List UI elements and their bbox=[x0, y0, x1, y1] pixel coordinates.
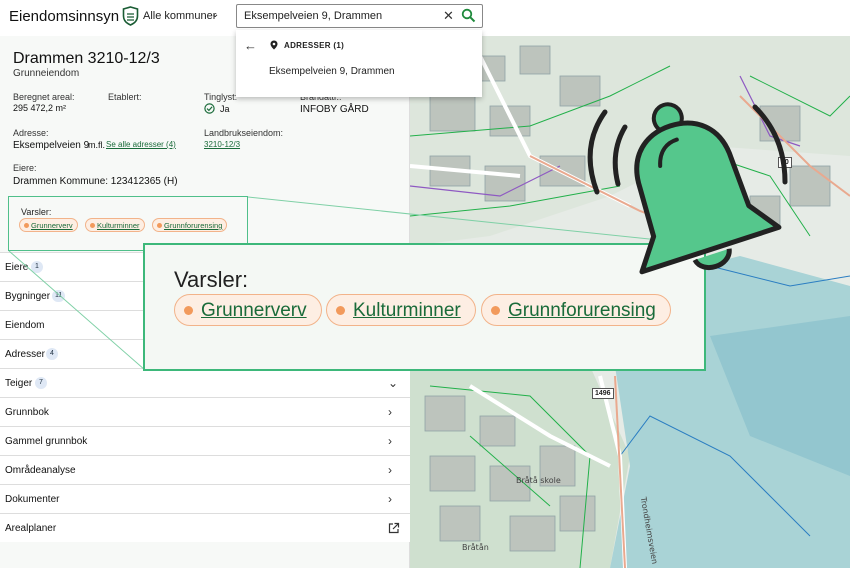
search-icon[interactable] bbox=[461, 8, 476, 23]
search-box[interactable]: Eksempelveien 9, Drammen ✕ bbox=[236, 4, 483, 28]
count-badge: 1 bbox=[31, 261, 43, 273]
established-label: Etablert: bbox=[108, 92, 142, 102]
section-label: Arealplaner bbox=[5, 523, 57, 534]
owners-label: Eiere: bbox=[13, 163, 37, 173]
property-type: Grunneiendom bbox=[13, 68, 80, 79]
count-badge: 11 bbox=[52, 290, 66, 302]
section-teiger[interactable]: Teiger 7 ⌄ bbox=[0, 368, 410, 397]
search-results-dropdown: ← ADRESSER (1) Eksempelveien 9, Drammen bbox=[236, 30, 482, 97]
section-label: Gammel grunnbok bbox=[5, 436, 88, 447]
chevron-down-icon: ⌄ bbox=[388, 376, 399, 390]
map-label-bratan: Bråtån bbox=[462, 543, 489, 552]
count-badge: 7 bbox=[35, 377, 47, 389]
section-gammel-grunnbok[interactable]: Gammel grunnbok › bbox=[0, 426, 410, 455]
section-label: Eiere bbox=[5, 262, 29, 273]
varsel-chip-grunnerverv-large[interactable]: Grunnerverv bbox=[174, 294, 322, 326]
app-title[interactable]: Eiendomsinnsyn bbox=[9, 8, 119, 25]
address-label: Adresse: bbox=[13, 128, 49, 138]
shield-icon bbox=[122, 6, 139, 26]
chevron-right-icon: › bbox=[388, 434, 392, 448]
section-grunnbok[interactable]: Grunnbok › bbox=[0, 397, 410, 426]
address-value: Eksempelveien 9 bbox=[13, 140, 90, 151]
landbruk-link[interactable]: 3210-12/3 bbox=[204, 140, 240, 149]
map-label-school: Bråtå skole bbox=[516, 476, 561, 485]
section-label: Bygninger bbox=[5, 291, 51, 302]
section-label: Dokumenter bbox=[5, 494, 60, 505]
section-label: Områdeanalyse bbox=[5, 465, 76, 476]
all-addresses-link[interactable]: Se alle adresser (4) bbox=[106, 140, 176, 149]
kommune-selector[interactable]: Alle kommuner bbox=[143, 10, 216, 22]
external-link-icon bbox=[388, 522, 400, 534]
chevron-down-icon[interactable]: ⌄ bbox=[211, 9, 219, 20]
chevron-right-icon: › bbox=[388, 405, 392, 419]
section-label: Adresser bbox=[5, 349, 46, 360]
address-more: m.fl. bbox=[88, 140, 105, 150]
check-circle-icon bbox=[204, 103, 215, 114]
search-result-item[interactable]: Eksempelveien 9, Drammen bbox=[269, 66, 395, 77]
property-title: Drammen 3210-12/3 bbox=[13, 50, 160, 67]
landbruk-label: Landbrukseiendom: bbox=[204, 128, 284, 138]
road-number-1496: 1496 bbox=[592, 388, 614, 399]
location-pin-icon bbox=[270, 40, 278, 50]
tinglyst-value: Ja bbox=[220, 104, 230, 114]
arrow-left-icon[interactable]: ← bbox=[244, 38, 257, 53]
search-input[interactable]: Eksempelveien 9, Drammen bbox=[244, 10, 382, 22]
varsel-chip-grunnerverv[interactable]: Grunnerverv bbox=[19, 218, 78, 232]
section-omradeanalyse[interactable]: Områdeanalyse › bbox=[0, 455, 410, 484]
tinglyst-label: Tinglyst: bbox=[204, 92, 238, 102]
chevron-right-icon: › bbox=[388, 463, 392, 477]
varsler-label: Varsler: bbox=[21, 207, 52, 217]
varsel-chip-kulturminner[interactable]: Kulturminner bbox=[85, 218, 145, 232]
section-dokumenter[interactable]: Dokumenter › bbox=[0, 484, 410, 513]
area-value: 295 472,2 m² bbox=[13, 103, 67, 113]
area-label: Beregnet areal: bbox=[13, 92, 75, 102]
section-label: Teiger bbox=[5, 378, 33, 389]
section-label: Grunnbok bbox=[5, 407, 49, 418]
varsler-label-large: Varsler: bbox=[174, 267, 249, 292]
varsel-chip-kulturminner-large[interactable]: Kulturminner bbox=[326, 294, 476, 326]
section-label: Eiendom bbox=[5, 320, 45, 331]
brand-value: INFOBY GÅRD bbox=[300, 104, 369, 115]
results-section-heading: ADRESSER (1) bbox=[284, 41, 345, 50]
close-icon[interactable]: ✕ bbox=[443, 8, 454, 24]
bell-icon bbox=[587, 102, 788, 275]
varsel-chip-grunnforurensing[interactable]: Grunnforurensing bbox=[152, 218, 228, 232]
count-badge: 4 bbox=[46, 348, 58, 360]
chevron-right-icon: › bbox=[388, 492, 392, 506]
section-arealplaner[interactable]: Arealplaner bbox=[0, 513, 410, 542]
owners-value: Drammen Kommune: 123412365 (H) bbox=[13, 176, 178, 187]
